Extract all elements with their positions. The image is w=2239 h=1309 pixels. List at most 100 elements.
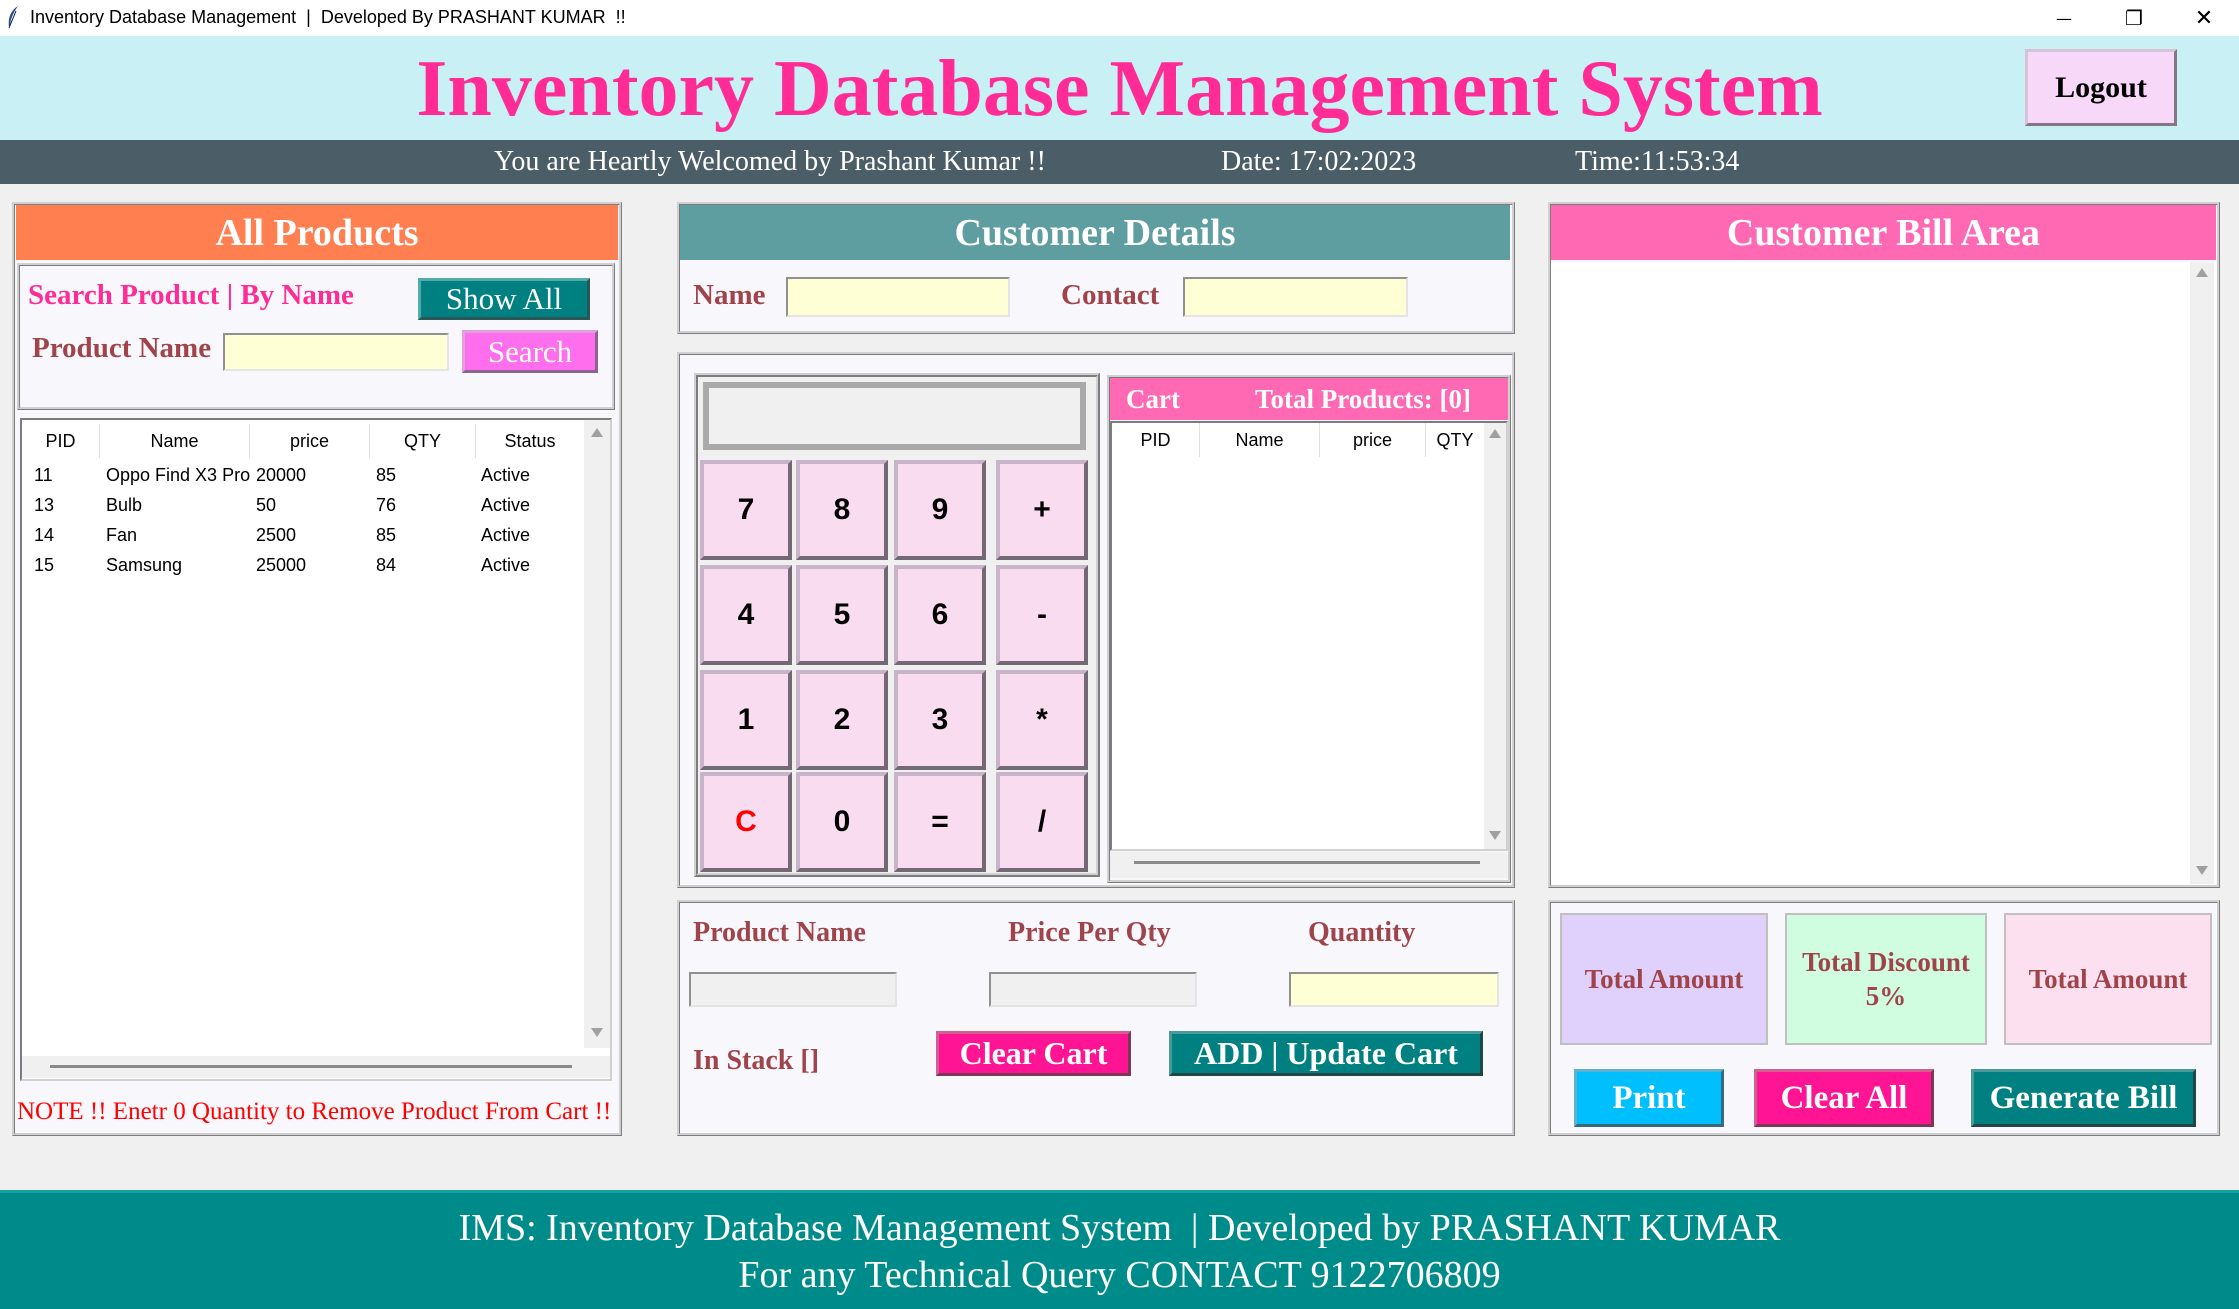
minimize-icon: — — [2056, 8, 2072, 28]
search-product-label: Search Product | By Name — [28, 279, 354, 311]
contact-input[interactable] — [1183, 277, 1408, 317]
window-title: Inventory Database Management | Develope… — [30, 7, 626, 27]
table-row[interactable]: 15 Samsung 25000 84 Active — [22, 552, 584, 582]
qty-cell: 85 — [376, 465, 397, 485]
pid-cell: 14 — [34, 525, 55, 545]
cart-product-name-label: Product Name — [693, 917, 866, 948]
bill-vertical-scrollbar[interactable] — [2190, 262, 2214, 884]
scroll-down-icon — [1489, 831, 1501, 840]
column-header[interactable]: PID — [22, 424, 100, 458]
feather-icon — [8, 6, 18, 29]
key-divide[interactable]: / — [996, 772, 1088, 872]
scroll-up-icon — [1489, 429, 1501, 438]
key-2[interactable]: 2 — [796, 670, 888, 770]
discount-percent: 5% — [1865, 981, 1907, 1011]
bill-text-area[interactable] — [1551, 262, 2216, 884]
status-cell: Active — [481, 465, 531, 485]
welcome-bar: You are Heartly Welcomed by Prashant Kum… — [0, 140, 2239, 184]
name-cell: Samsung — [106, 555, 183, 575]
quantity-label: Quantity — [1308, 917, 1416, 948]
add-update-cart-button[interactable]: ADD | Update Cart — [1169, 1031, 1483, 1076]
maximize-button[interactable]: ❐ — [2099, 0, 2169, 36]
footer-line-1: IMS: Inventory Database Management Syste… — [458, 1207, 1781, 1249]
restore-icon: ❐ — [2125, 6, 2143, 30]
clear-all-button[interactable]: Clear All — [1754, 1069, 1934, 1127]
scrollbar-thumb[interactable] — [1134, 861, 1480, 864]
generate-bill-button[interactable]: Generate Bill — [1971, 1069, 2196, 1127]
key-minus[interactable]: - — [996, 565, 1088, 665]
products-vertical-scrollbar[interactable] — [584, 420, 610, 1048]
key-7[interactable]: 7 — [700, 460, 792, 560]
total-products-count: Total Products: [0] — [1255, 384, 1471, 414]
total-amount-label: Total Amount — [1584, 964, 1744, 994]
scrollbar-thumb[interactable] — [50, 1065, 572, 1068]
logout-button[interactable]: Logout — [2025, 49, 2177, 126]
table-row[interactable]: 11 Oppo Find X3 Pro 20000 85 Active — [22, 462, 584, 492]
cart-header: Cart Total Products: [0] — [1110, 378, 1508, 420]
key-clear[interactable]: C — [700, 772, 792, 872]
clear-cart-button[interactable]: Clear Cart — [936, 1031, 1131, 1076]
qty-cell: 76 — [376, 495, 397, 515]
table-row[interactable]: 14 Fan 2500 85 Active — [22, 522, 584, 552]
total-discount-label: Total Discount — [1802, 947, 1970, 977]
key-5[interactable]: 5 — [796, 565, 888, 665]
in-stock-label: In Stack [] — [693, 1045, 820, 1076]
pid-cell: 15 — [34, 555, 55, 575]
key-3[interactable]: 3 — [894, 670, 986, 770]
column-header[interactable]: Name — [100, 424, 250, 458]
show-all-button[interactable]: Show All — [418, 278, 590, 320]
scroll-down-icon — [591, 1028, 603, 1037]
key-plus[interactable]: + — [996, 460, 1088, 560]
pid-cell: 11 — [34, 465, 53, 485]
column-header[interactable]: price — [1320, 423, 1426, 457]
net-amount-box: Total Amount — [2004, 913, 2212, 1045]
products-horizontal-scrollbar[interactable] — [22, 1056, 610, 1078]
price-cell: 20000 — [256, 465, 307, 485]
footer-contact: For any Technical Query CONTACT 91227068… — [738, 1254, 1501, 1296]
column-header[interactable]: QTY — [1426, 423, 1484, 457]
key-6[interactable]: 6 — [894, 565, 986, 665]
scroll-down-icon — [2196, 866, 2208, 875]
calculator-display — [703, 382, 1086, 450]
name-cell: Oppo Find X3 Pro — [106, 465, 251, 485]
key-8[interactable]: 8 — [796, 460, 888, 560]
column-header[interactable]: PID — [1112, 423, 1200, 457]
app-title: Inventory Database Management System — [416, 45, 1823, 133]
key-0[interactable]: 0 — [796, 772, 888, 872]
quantity-input[interactable] — [1289, 972, 1499, 1007]
print-button[interactable]: Print — [1574, 1069, 1724, 1127]
customer-name-label: Name — [693, 279, 766, 311]
remove-product-note: NOTE !! Enetr 0 Quantity to Remove Produ… — [17, 1098, 612, 1125]
key-1[interactable]: 1 — [700, 670, 792, 770]
product-name-search-input[interactable] — [223, 333, 449, 371]
net-amount-label: Total Amount — [2028, 964, 2188, 994]
all-products-header: All Products — [16, 205, 618, 260]
footer: IMS: Inventory Database Management Syste… — [0, 1190, 2239, 1309]
key-9[interactable]: 9 — [894, 460, 986, 560]
search-button[interactable]: Search — [462, 330, 598, 373]
status-cell: Active — [481, 495, 531, 515]
key-equals[interactable]: = — [894, 772, 986, 872]
cart-horizontal-scrollbar[interactable] — [1110, 852, 1508, 878]
column-header[interactable]: Name — [1200, 423, 1320, 457]
key-multiply[interactable]: * — [996, 670, 1088, 770]
column-header[interactable]: Status — [476, 424, 584, 458]
pid-cell: 13 — [34, 495, 55, 515]
name-cell: Bulb — [106, 495, 143, 515]
close-button[interactable]: ✕ — [2169, 0, 2239, 36]
cart-product-name-field — [689, 972, 897, 1007]
qty-cell: 84 — [376, 555, 397, 575]
column-header[interactable]: price — [250, 424, 370, 458]
key-4[interactable]: 4 — [700, 565, 792, 665]
customer-name-input[interactable] — [786, 277, 1010, 317]
date-label: Date: 17:02:2023 — [1221, 146, 1417, 177]
status-cell: Active — [481, 555, 531, 575]
column-header[interactable]: QTY — [370, 424, 476, 458]
cart-vertical-scrollbar[interactable] — [1484, 423, 1506, 849]
minimize-button[interactable]: — — [2029, 0, 2099, 36]
time-label: Time:11:53:34 — [1575, 146, 1740, 177]
welcome-message: You are Heartly Welcomed by Prashant Kum… — [494, 146, 1046, 177]
table-row[interactable]: 13 Bulb 50 76 Active — [22, 492, 584, 522]
contact-label: Contact — [1061, 279, 1160, 311]
price-per-qty-label: Price Per Qty — [1008, 917, 1171, 948]
